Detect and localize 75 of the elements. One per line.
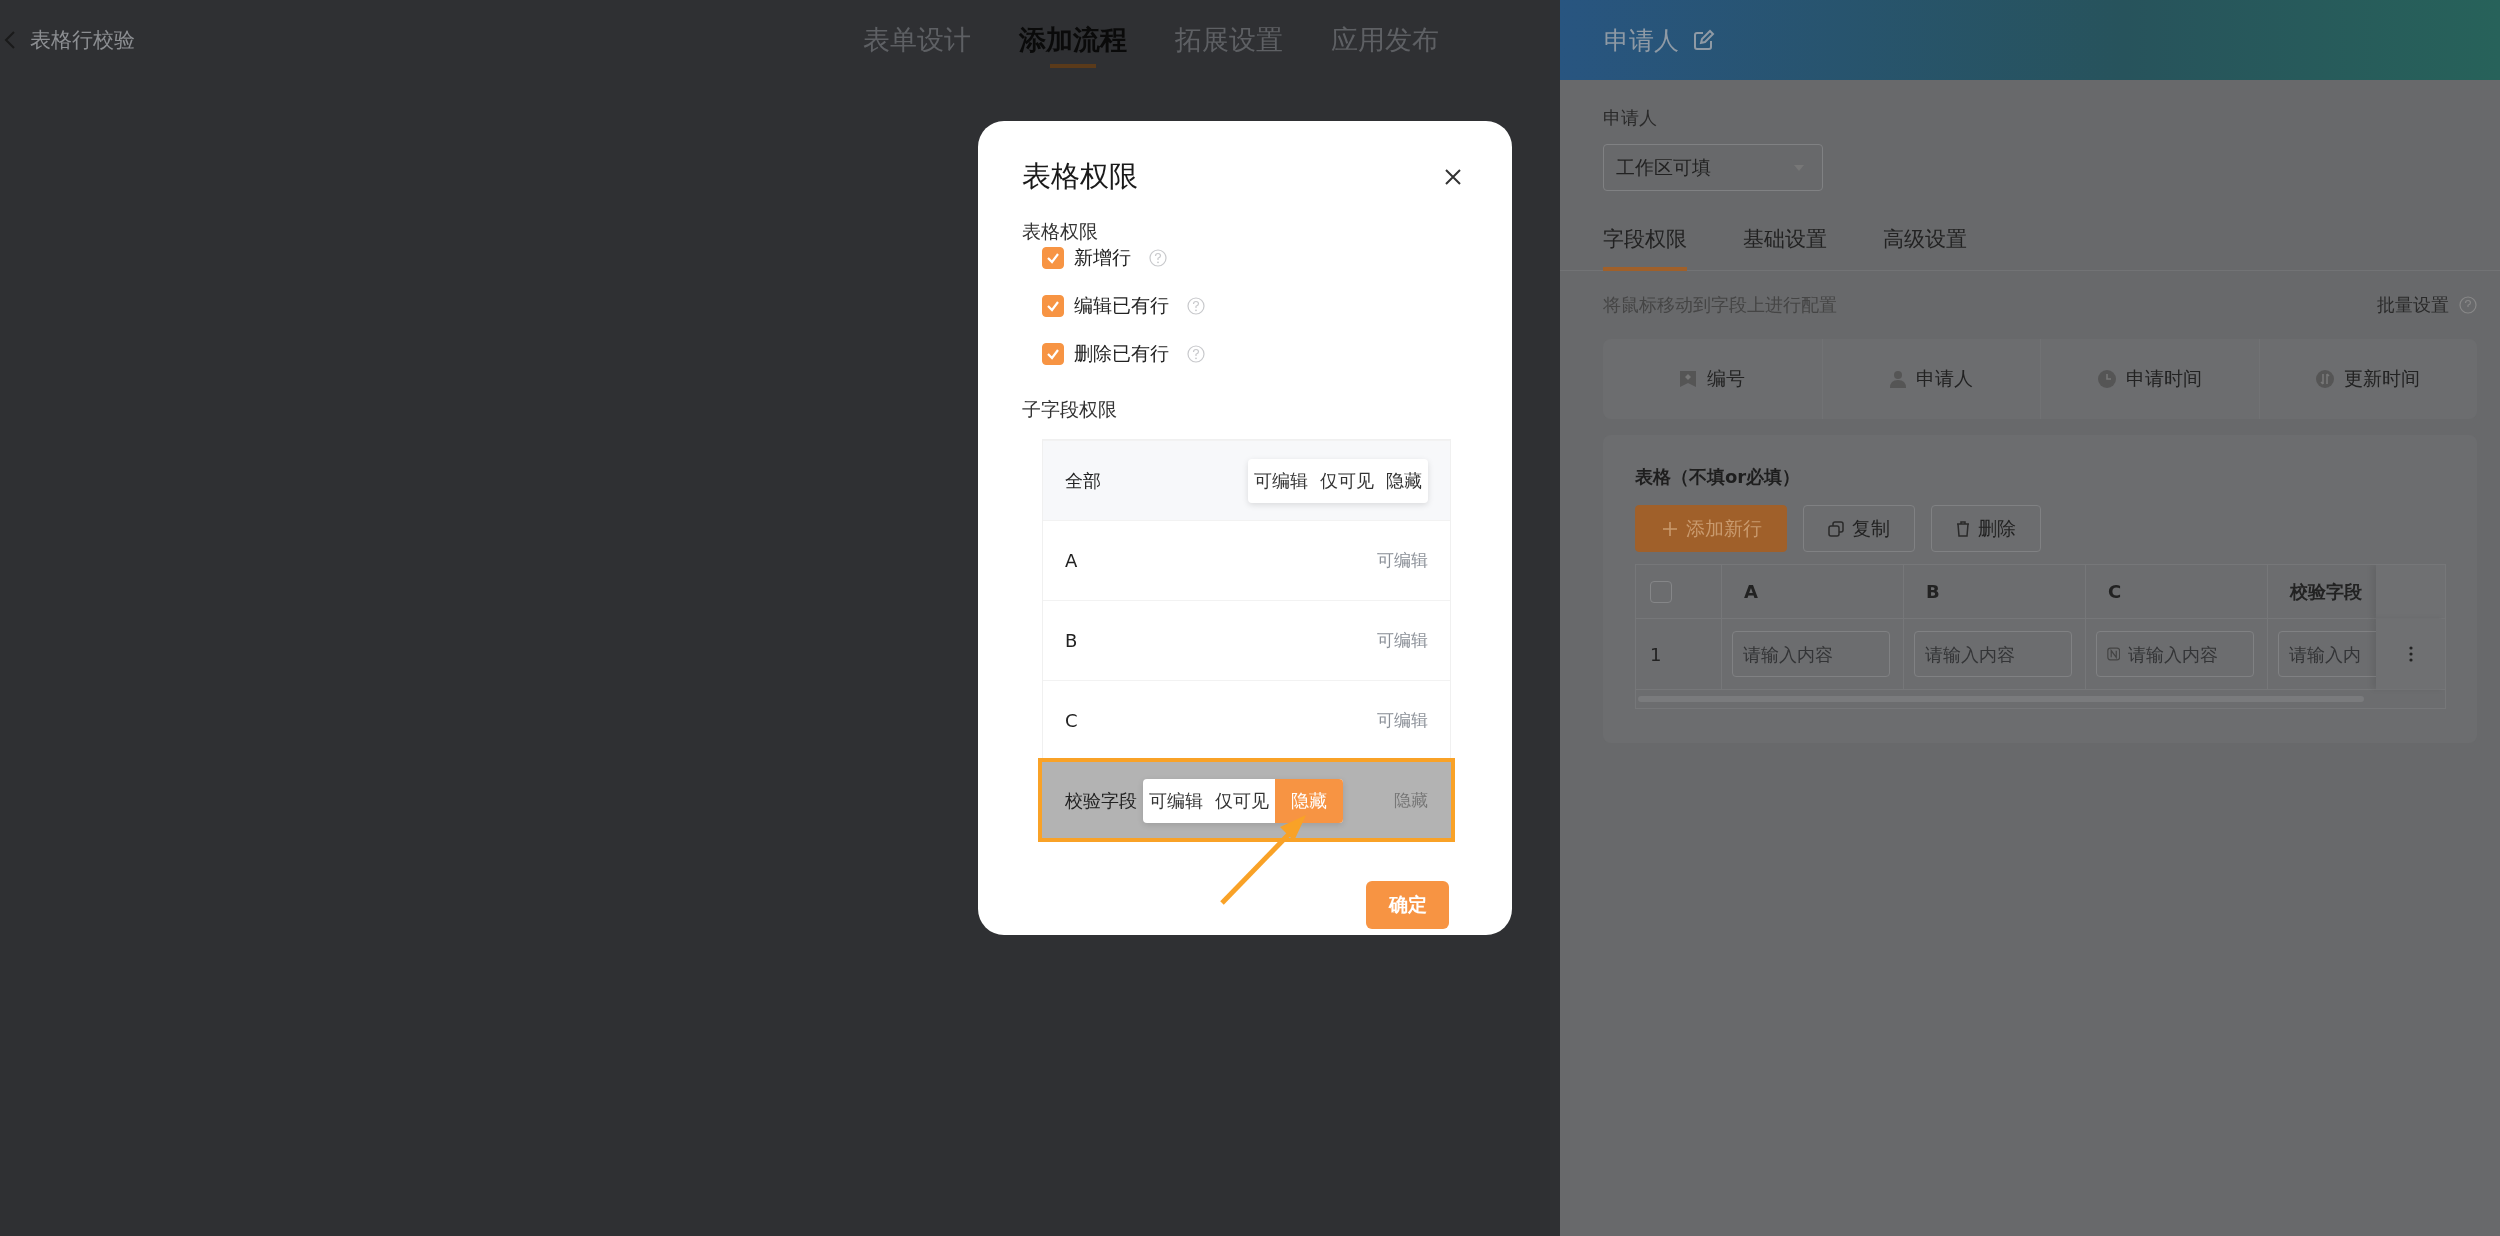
- subfield-row[interactable]: B 可编辑: [1043, 600, 1450, 680]
- select-all-checkbox[interactable]: [1650, 580, 1672, 603]
- field-name: B: [1065, 630, 1078, 651]
- system-field-label: 编号: [1707, 366, 1746, 391]
- segment-option[interactable]: 隐藏: [1275, 778, 1343, 823]
- checkbox[interactable]: [1042, 343, 1064, 365]
- text-field[interactable]: 请输入内: [2278, 631, 2376, 677]
- subfield-row[interactable]: A 可编辑: [1043, 520, 1450, 600]
- settings-tab[interactable]: 字段权限: [1603, 225, 1687, 271]
- column-header: B: [1904, 565, 2086, 618]
- confirm-button[interactable]: 确定: [1366, 881, 1449, 929]
- section-label: 子字段权限: [1022, 397, 1118, 422]
- more-icon[interactable]: [2408, 646, 2413, 662]
- field-name: A: [1065, 550, 1078, 571]
- text-field[interactable]: 请输入内容: [2096, 631, 2254, 677]
- add-row-button[interactable]: 添加新行: [1635, 505, 1787, 552]
- checkbox-label: 新增行: [1074, 245, 1131, 270]
- system-field-label: 申请时间: [2125, 366, 2202, 391]
- field-label: 申请人: [1603, 106, 1658, 130]
- plus-icon: [1662, 520, 1678, 537]
- number-icon: [2107, 646, 2121, 662]
- panel-title: 申请人: [1604, 24, 1679, 57]
- help-icon[interactable]: [1149, 249, 1167, 267]
- permission-value: 隐藏: [1394, 789, 1428, 812]
- field-name: 全部: [1065, 468, 1101, 493]
- input-field[interactable]: 请输入内: [2289, 643, 2376, 665]
- checkbox[interactable]: [1042, 295, 1064, 317]
- settings-tab[interactable]: 基础设置: [1743, 225, 1827, 271]
- highlighted-row[interactable]: 校验字段 可编辑 仅可见 隐藏 隐藏: [1040, 760, 1453, 840]
- permission-value: 可编辑: [1377, 709, 1428, 732]
- input-field[interactable]: 请输入内容: [2128, 643, 2243, 665]
- help-icon[interactable]: [2459, 296, 2477, 314]
- field-name: 校验字段: [1065, 788, 1137, 813]
- permission-value: 可编辑: [1377, 629, 1428, 652]
- dialog-title: 表格权限: [1022, 158, 1138, 195]
- checkbox[interactable]: [1042, 247, 1064, 269]
- system-field-label: 更新时间: [2344, 366, 2421, 391]
- card-title: 表格（不填or必填）: [1635, 465, 1802, 489]
- column-header: C: [2086, 565, 2268, 618]
- segment-option[interactable]: 隐藏: [1380, 458, 1428, 503]
- text-field[interactable]: 请输入内容: [1914, 631, 2072, 677]
- text-field[interactable]: 请输入内容: [1732, 631, 1890, 677]
- tag-icon: [1679, 370, 1698, 388]
- input-field[interactable]: 请输入内容: [1925, 643, 2061, 665]
- input-field[interactable]: 请输入内容: [1743, 643, 1879, 665]
- back-icon[interactable]: [4, 30, 16, 50]
- batch-settings-link[interactable]: 批量设置: [2377, 293, 2449, 317]
- section-label: 表格权限: [1022, 219, 1099, 244]
- permission-select[interactable]: 工作区可填: [1603, 144, 1823, 191]
- close-icon[interactable]: [1444, 168, 1462, 186]
- segment-option[interactable]: 可编辑: [1248, 458, 1314, 503]
- edit-icon[interactable]: [1693, 29, 1715, 51]
- subfield-row[interactable]: 全部 可编辑 仅可见 隐藏: [1043, 440, 1450, 520]
- segment-option[interactable]: 可编辑: [1143, 778, 1209, 823]
- copy-button[interactable]: 复制: [1803, 505, 1915, 552]
- help-icon[interactable]: [1187, 345, 1205, 363]
- column-header: 校验字段: [2288, 579, 2363, 604]
- trash-icon: [1956, 520, 1970, 537]
- settings-tab[interactable]: 高级设置: [1883, 225, 1967, 271]
- page-title: 表格行校验: [30, 27, 135, 54]
- segment-option[interactable]: 仅可见: [1314, 458, 1380, 503]
- system-field-label: 申请人: [1915, 366, 1973, 391]
- field-name: C: [1065, 710, 1078, 731]
- clock-icon: [2097, 370, 2116, 388]
- checkbox-label: 删除已有行: [1074, 341, 1169, 366]
- column-header: A: [1722, 565, 1904, 618]
- person-icon: [1889, 370, 1906, 388]
- copy-icon: [1828, 520, 1844, 537]
- update-icon: [2316, 370, 2335, 388]
- row-number: 1: [1650, 643, 1662, 665]
- help-icon[interactable]: [1187, 297, 1205, 315]
- segment-option[interactable]: 仅可见: [1209, 778, 1275, 823]
- checkbox-label: 编辑已有行: [1074, 293, 1169, 318]
- delete-button[interactable]: 删除: [1931, 505, 2041, 552]
- permission-value: 可编辑: [1377, 549, 1428, 572]
